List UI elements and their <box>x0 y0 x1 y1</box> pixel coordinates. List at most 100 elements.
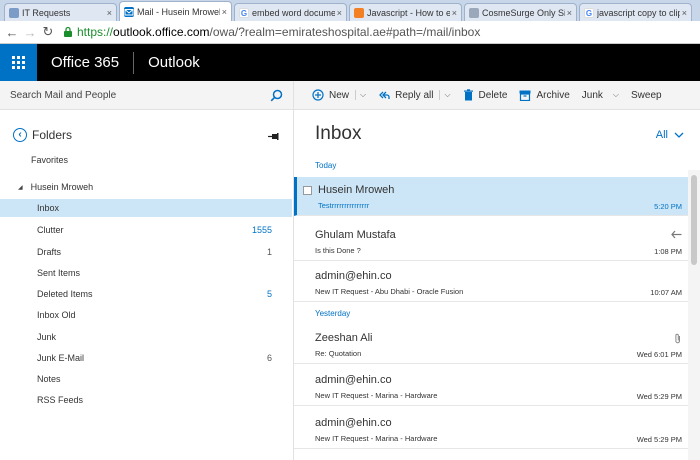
search-icon[interactable] <box>270 89 283 102</box>
chevron-down-icon[interactable]: ⌵ <box>439 90 451 100</box>
close-icon[interactable]: × <box>222 7 227 17</box>
close-icon[interactable]: × <box>452 8 457 18</box>
url-scheme: https:// <box>77 25 114 39</box>
collapse-triangle-icon[interactable]: ◢ <box>18 184 23 191</box>
message-subject: Is this Done ? <box>315 246 361 255</box>
message-subject: New IT Request - Marina - Hardware <box>315 434 438 443</box>
message-list: Inbox All Today Husein Mroweh Testrrrrrr… <box>294 110 700 460</box>
message-sender: Ghulam Mustafa <box>315 229 396 241</box>
folder-inbox[interactable]: Inbox <box>0 199 292 217</box>
message-item[interactable]: admin@ehin.co New IT Request - Marina - … <box>294 410 688 449</box>
account-node[interactable]: ◢ Husein Mroweh <box>18 182 93 192</box>
url-field[interactable]: https://outlook.office.com/owa/?realm=em… <box>77 25 480 39</box>
browser-tab-javascript-copy[interactable]: G javascript copy to clip × <box>579 3 692 21</box>
message-item[interactable]: admin@ehin.co New IT Request - Marina - … <box>294 367 688 406</box>
browser-tab-embed-word[interactable]: G embed word documen × <box>234 3 347 21</box>
paperclip-icon <box>675 333 680 344</box>
close-icon[interactable]: × <box>337 8 342 18</box>
folder-name: Deleted Items <box>37 289 93 299</box>
message-time: 10:07 AM <box>650 288 682 297</box>
back-arrow-icon[interactable]: ← <box>4 25 20 40</box>
message-subject: Re: Quotation <box>315 349 362 358</box>
archive-button[interactable]: Archive <box>519 90 570 101</box>
close-icon[interactable]: × <box>567 8 572 18</box>
message-item[interactable]: Ghulam Mustafa Is this Done ? 1:08 PM <box>294 222 688 261</box>
message-time: 1:08 PM <box>654 247 682 256</box>
message-item[interactable]: admin@ehin.co New IT Request - Abu Dhabi… <box>294 263 688 302</box>
lock-icon <box>64 26 72 37</box>
folder-junk-email[interactable]: Junk E-Mail 6 <box>0 349 292 367</box>
stack-icon <box>354 7 364 18</box>
reply-all-button[interactable]: Reply all ⌵ <box>378 89 451 101</box>
url-path: /owa/?realm=emirateshospital.ae#path=/ma… <box>209 25 481 39</box>
command-bar: New ⌵ Reply all ⌵ Delete Archive Junk ⌵ … <box>294 81 700 110</box>
message-time: Wed 5:29 PM <box>636 435 682 444</box>
folder-clutter[interactable]: Clutter 1555 <box>0 221 292 239</box>
tab-title: Mail - Husein Mroweh <box>137 6 220 17</box>
junk-button[interactable]: Junk ⌵ <box>582 90 619 101</box>
message-sender: admin@ehin.co <box>315 417 392 429</box>
message-time: Wed 5:29 PM <box>636 392 682 401</box>
junk-label: Junk <box>581 89 603 101</box>
select-checkbox[interactable] <box>303 186 312 195</box>
folder-name: Junk <box>37 332 57 342</box>
tab-title: embed word documen <box>252 7 335 18</box>
scrollbar-thumb[interactable] <box>691 175 697 265</box>
app-title[interactable]: Outlook <box>134 54 200 71</box>
forward-arrow-icon[interactable]: → <box>22 25 38 40</box>
tab-title: IT Requests <box>22 7 71 18</box>
message-item[interactable]: Husein Mroweh Testrrrrrrrrrrrrrrr 5:20 P… <box>294 177 688 216</box>
item-count: 1 <box>266 247 272 257</box>
folder-name: Notes <box>37 374 61 384</box>
chevron-down-icon[interactable]: ⌵ <box>609 90 619 100</box>
browser-tab-mail[interactable]: Mail - Husein Mroweh × <box>119 1 232 21</box>
message-time: Wed 6:01 PM <box>636 350 682 359</box>
folder-inbox-old[interactable]: Inbox Old <box>0 306 292 324</box>
browser-tab-javascript-how[interactable]: Javascript - How to e × <box>349 3 462 21</box>
folder-junk[interactable]: Junk <box>0 328 292 346</box>
folder-name: Junk E-Mail <box>37 353 85 363</box>
folder-notes[interactable]: Notes <box>0 370 292 388</box>
close-icon[interactable]: × <box>107 8 112 18</box>
folder-drafts[interactable]: Drafts 1 <box>0 243 292 261</box>
brand-title[interactable]: Office 365 <box>37 54 133 71</box>
reload-icon[interactable]: ↻ <box>40 24 56 40</box>
folder-sent-items[interactable]: Sent Items <box>0 264 292 282</box>
folder-name: Drafts <box>37 247 62 257</box>
message-sender: admin@ehin.co <box>315 374 392 386</box>
list-title: Inbox <box>315 123 362 144</box>
archive-icon <box>519 90 531 101</box>
tab-title: Javascript - How to e <box>367 7 450 18</box>
reply-all-label: Reply all <box>395 89 434 101</box>
folder-name: Clutter <box>37 225 64 235</box>
search-box[interactable]: Search Mail and People <box>0 81 294 110</box>
unread-count: 5 <box>266 289 272 299</box>
item-count: 6 <box>266 353 272 363</box>
folder-rss-feeds[interactable]: RSS Feeds <box>0 391 292 409</box>
sweep-button[interactable]: Sweep <box>631 90 662 101</box>
browser-tab-cosmesurge[interactable]: CosmeSurge Only Sig × <box>464 3 577 21</box>
chevron-down-icon[interactable]: ⌵ <box>355 90 366 100</box>
folders-header[interactable]: ‹ Folders <box>13 128 72 142</box>
mail-icon <box>124 6 134 17</box>
suite-header: Office 365 Outlook <box>0 44 700 81</box>
message-subject: Testrrrrrrrrrrrrrrr <box>318 201 370 210</box>
filter-dropdown[interactable]: All <box>656 129 684 141</box>
message-sender: Husein Mroweh <box>318 184 395 196</box>
reply-arrow-icon <box>671 230 682 239</box>
favorites-header[interactable]: Favorites <box>31 155 68 165</box>
search-input[interactable]: Search Mail and People <box>10 90 270 101</box>
delete-button[interactable]: Delete <box>463 89 507 101</box>
new-button[interactable]: New ⌵ <box>312 89 366 101</box>
page-icon <box>469 7 479 18</box>
browser-tab-it-requests[interactable]: IT Requests × <box>4 3 117 21</box>
folder-deleted-items[interactable]: Deleted Items 5 <box>0 285 292 303</box>
message-item[interactable]: Zeeshan Ali Re: Quotation Wed 6:01 PM <box>294 325 688 364</box>
app-launcher-button[interactable] <box>0 44 37 81</box>
pin-icon[interactable] <box>268 132 279 141</box>
message-subject: New IT Request - Marina - Hardware <box>315 391 438 400</box>
back-circle-icon[interactable]: ‹ <box>13 128 27 142</box>
folder-name: Inbox Old <box>37 310 76 320</box>
folder-name: Inbox <box>37 203 60 213</box>
close-icon[interactable]: × <box>682 8 687 18</box>
